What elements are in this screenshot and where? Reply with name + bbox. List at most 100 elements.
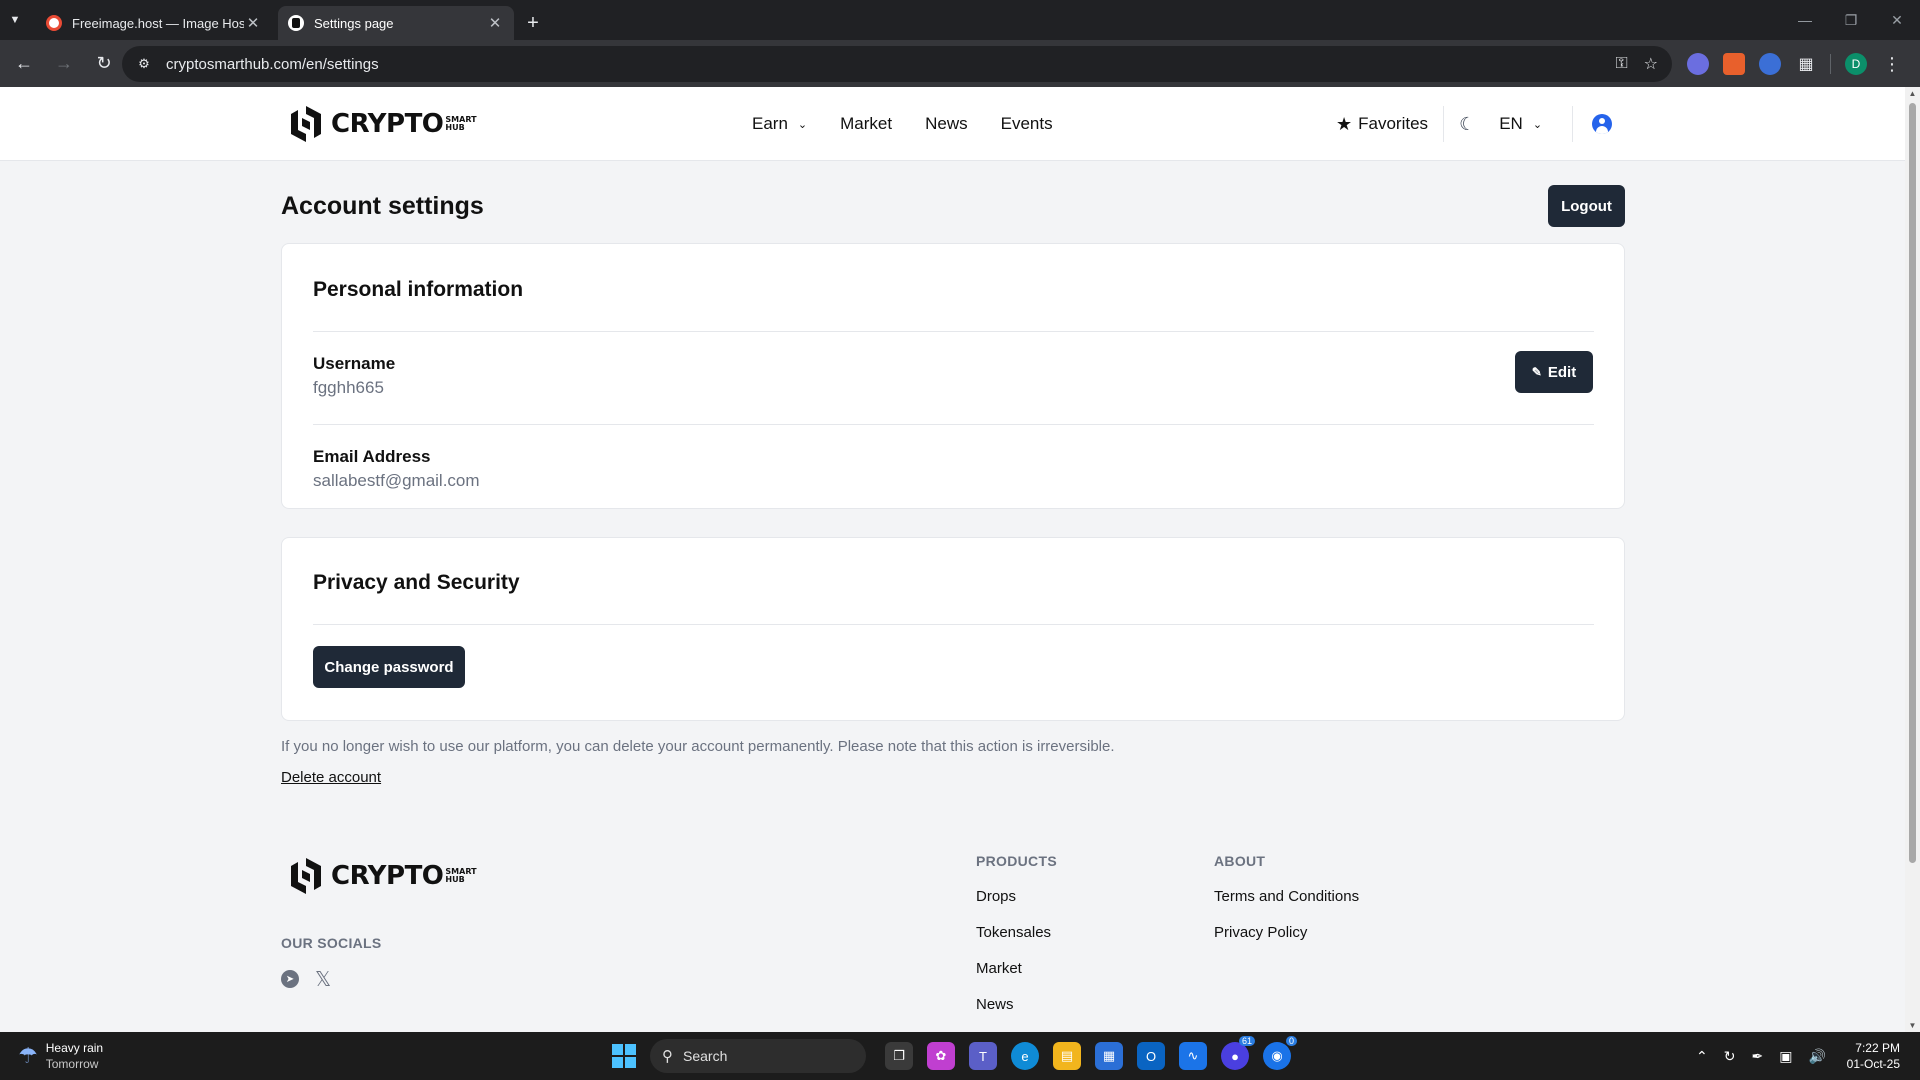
- pen-icon[interactable]: ✒: [1751, 1048, 1763, 1065]
- edit-username-button[interactable]: ✎ Edit: [1515, 351, 1593, 393]
- email-value: sallabestf@gmail.com: [313, 471, 480, 490]
- bookmark-star-icon[interactable]: ☆: [1644, 54, 1658, 74]
- volume-icon[interactable]: 🔊: [1808, 1048, 1825, 1065]
- logo-sub-bottom: HUB: [445, 123, 465, 132]
- footer-link-news[interactable]: News: [976, 996, 1014, 1013]
- tray-overflow-chevron-icon[interactable]: ⌃: [1696, 1048, 1708, 1065]
- page-title: Account settings: [281, 192, 484, 220]
- clock-date: 01-Oct-25: [1846, 1057, 1900, 1071]
- windows-start-icon[interactable]: [612, 1044, 636, 1068]
- network-icon[interactable]: ▣: [1779, 1048, 1792, 1065]
- teams-icon[interactable]: T: [969, 1042, 997, 1070]
- reload-icon[interactable]: ↻: [86, 46, 122, 82]
- search-icon: ⚲: [662, 1048, 673, 1065]
- browser-tab-freeimage[interactable]: Freeimage.host — Image Hosting ✕: [36, 6, 272, 40]
- password-key-icon[interactable]: ⚿: [1615, 55, 1627, 73]
- user-account-icon[interactable]: [1592, 114, 1613, 134]
- close-tab-icon[interactable]: ✕: [244, 14, 262, 32]
- nav-item-label: Events: [1000, 114, 1053, 133]
- task-view-icon[interactable]: ❐: [885, 1042, 913, 1070]
- x-twitter-icon[interactable]: 𝕏: [315, 967, 331, 991]
- nav-item-label: News: [925, 114, 968, 133]
- footer-about-heading: ABOUT: [1214, 853, 1266, 869]
- weather-widget[interactable]: ☂ Heavy rain Tomorrow: [18, 1040, 103, 1072]
- chevron-down-icon: ⌄: [797, 118, 808, 131]
- footer-link-privacy[interactable]: Privacy Policy: [1214, 924, 1307, 941]
- section-divider: [313, 624, 1594, 625]
- delete-account-link[interactable]: Delete account: [281, 769, 381, 786]
- back-arrow-icon[interactable]: ←: [6, 46, 42, 82]
- nav-item-market[interactable]: Market: [840, 114, 892, 134]
- privacy-security-heading: Privacy and Security: [313, 571, 520, 594]
- taskbar-search-box[interactable]: ⚲ Search: [650, 1039, 866, 1073]
- favorites-link[interactable]: ★ Favorites: [1336, 114, 1428, 135]
- close-tab-icon[interactable]: ✕: [486, 14, 504, 32]
- messenger-icon[interactable]: ● 61: [1221, 1036, 1255, 1070]
- cryptosmarthub-favicon-icon: [288, 15, 304, 31]
- logo-sub-bottom: HUB: [445, 875, 465, 884]
- footer-link-tokensales[interactable]: Tokensales: [976, 924, 1051, 941]
- logo-wordmark: CRYPTO: [331, 109, 444, 139]
- outlook-icon[interactable]: O: [1137, 1042, 1165, 1070]
- language-selector[interactable]: EN ⌄: [1499, 114, 1542, 134]
- page-scrollbar[interactable]: ▲ ▼: [1905, 87, 1920, 1032]
- window-controls: — ❐ ✕: [1782, 0, 1920, 40]
- edge-browser-icon[interactable]: e: [1011, 1042, 1039, 1070]
- header-actions: ★ Favorites ☾ EN ⌄: [1336, 87, 1613, 161]
- minimize-icon[interactable]: —: [1782, 0, 1828, 40]
- file-explorer-icon[interactable]: ▤: [1053, 1042, 1081, 1070]
- footer-logo[interactable]: CRYPTO SMART HUB: [287, 856, 477, 896]
- sync-icon[interactable]: ↻: [1724, 1048, 1736, 1065]
- microsoft-store-icon[interactable]: ▦: [1095, 1042, 1123, 1070]
- weather-subtitle: Tomorrow: [45, 1057, 99, 1071]
- restore-icon[interactable]: ❐: [1828, 0, 1874, 40]
- tab-title: Settings page: [314, 15, 394, 31]
- extension-3-icon[interactable]: [1759, 53, 1781, 75]
- nav-item-earn[interactable]: Earn ⌄: [752, 114, 807, 134]
- system-clock[interactable]: 7:22 PM 01-Oct-25: [1847, 1040, 1900, 1072]
- browser-menu-icon[interactable]: ⋮: [1883, 54, 1901, 75]
- scrollbar-thumb[interactable]: [1909, 103, 1916, 863]
- copilot-icon[interactable]: ✿: [927, 1042, 955, 1070]
- scroll-up-arrow-icon[interactable]: ▲: [1908, 89, 1917, 98]
- logout-button[interactable]: Logout: [1548, 185, 1625, 227]
- profile-avatar[interactable]: D: [1845, 53, 1867, 75]
- footer-link-market[interactable]: Market: [976, 960, 1022, 977]
- extension-2-icon[interactable]: [1723, 53, 1745, 75]
- telegram-icon[interactable]: ➤: [281, 970, 299, 988]
- footer-link-drops[interactable]: Drops: [976, 888, 1016, 905]
- new-tab-plus-icon[interactable]: +: [518, 6, 548, 40]
- nav-item-events[interactable]: Events: [1001, 114, 1053, 134]
- favorites-label: Favorites: [1358, 114, 1429, 133]
- address-bar[interactable]: ⚙ cryptosmarthub.com/en/settings ⚿ ☆: [122, 46, 1672, 82]
- tab-search-chevron-icon[interactable]: ▼: [0, 0, 30, 40]
- username-value: fgghh665: [313, 378, 384, 397]
- rain-cloud-icon: ☂: [18, 1043, 38, 1068]
- section-divider: [313, 331, 1594, 332]
- nav-item-label: Earn: [752, 114, 788, 133]
- browser-tab-settings[interactable]: Settings page ✕: [278, 6, 514, 40]
- extensions-puzzle-icon[interactable]: ▦: [1795, 53, 1817, 75]
- page-viewport: CRYPTO SMART HUB Earn ⌄ Market News Even…: [0, 87, 1905, 1032]
- logo-subtext: SMART HUB: [445, 868, 476, 884]
- extension-1-icon[interactable]: [1687, 53, 1709, 75]
- edit-label: Edit: [1547, 363, 1577, 381]
- tab-title: Freeimage.host — Image Hosting: [72, 15, 244, 31]
- change-password-button[interactable]: Change password: [313, 646, 465, 688]
- star-icon: ★: [1336, 113, 1353, 134]
- forward-arrow-icon[interactable]: →: [46, 46, 82, 82]
- socials-heading: OUR SOCIALS: [281, 935, 382, 951]
- close-window-icon[interactable]: ✕: [1874, 0, 1920, 40]
- clock-time: 7:22 PM: [1855, 1041, 1900, 1055]
- site-logo[interactable]: CRYPTO SMART HUB: [287, 104, 477, 144]
- site-settings-icon[interactable]: ⚙: [136, 56, 152, 72]
- scroll-down-arrow-icon[interactable]: ▼: [1908, 1021, 1917, 1030]
- whiteboard-icon[interactable]: ∿: [1179, 1042, 1207, 1070]
- chrome-icon[interactable]: ◉ 0: [1263, 1036, 1297, 1070]
- url-text[interactable]: cryptosmarthub.com/en/settings: [166, 56, 1599, 73]
- dark-mode-moon-icon[interactable]: ☾: [1459, 114, 1475, 135]
- windows-taskbar: ☂ Heavy rain Tomorrow ⚲ Search ❐ ✿ T e ▤…: [0, 1032, 1920, 1080]
- weather-title: Heavy rain: [45, 1041, 104, 1055]
- nav-item-news[interactable]: News: [925, 114, 968, 134]
- footer-link-terms[interactable]: Terms and Conditions: [1214, 888, 1359, 905]
